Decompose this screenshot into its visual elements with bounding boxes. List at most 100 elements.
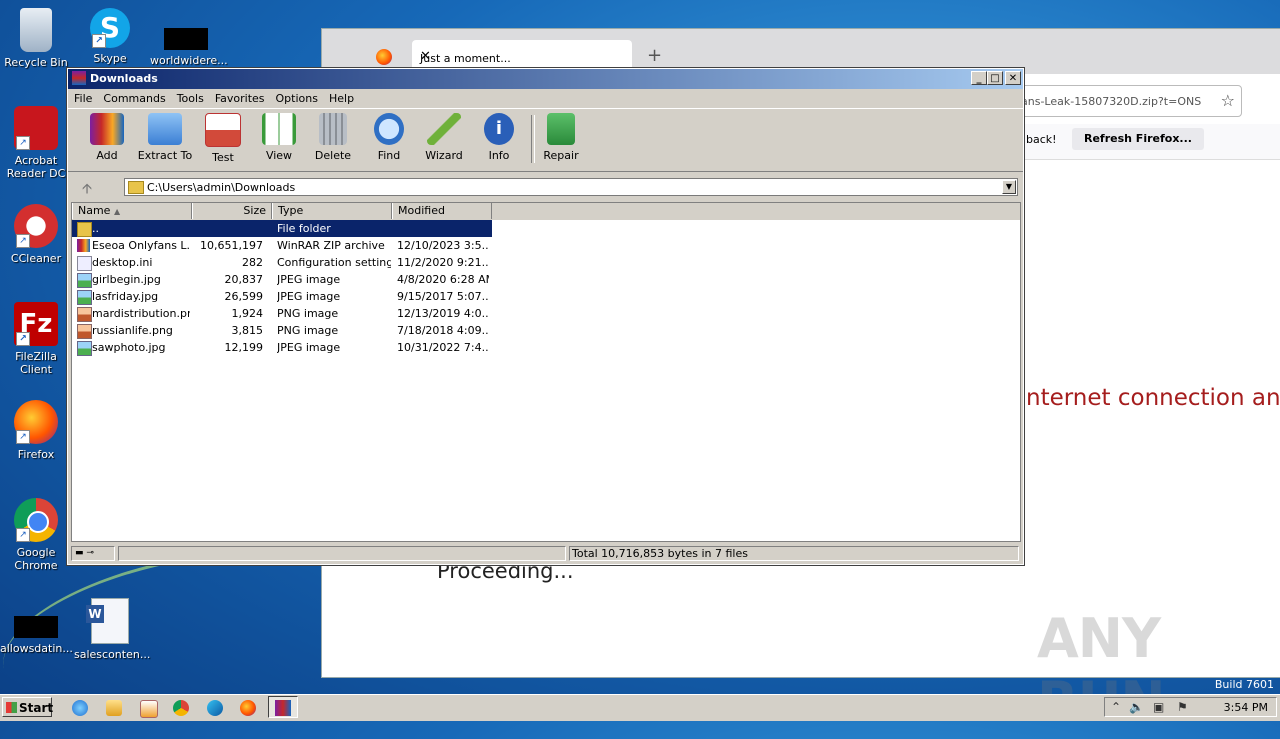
close-tab-icon[interactable]: ✕ <box>420 49 622 64</box>
table-row[interactable]: girlbegin.jpg 20,837 JPEG image 4/8/2020 6:… <box>72 271 492 288</box>
jpeg-file-icon <box>77 341 92 356</box>
extract-to-button[interactable]: Extract To <box>136 113 194 162</box>
column-header-modified[interactable]: Modified <box>392 203 492 219</box>
folder-icon <box>128 181 144 194</box>
chevron-down-icon[interactable]: ▼ <box>1002 180 1016 194</box>
menu-help[interactable]: Help <box>323 89 359 105</box>
table-row[interactable]: desktop.ini 282 Configuration settings 11/2… <box>72 254 492 271</box>
menu-options[interactable]: Options <box>270 89 323 105</box>
desktop-icon-worldwidere[interactable]: worldwidere... <box>150 8 228 67</box>
path-combobox[interactable]: C:\Users\admin\Downloads ▼ <box>124 178 1018 196</box>
wand-icon <box>427 113 461 145</box>
desktop-icon-filezilla[interactable]: Fz ↗ FileZilla Client <box>0 302 72 376</box>
edge-icon[interactable] <box>207 700 223 716</box>
cell-size: 3,815 <box>231 324 264 337</box>
drive-icon[interactable]: ▬ ⊸ <box>71 546 115 561</box>
desktop-icon-allowsdatin[interactable]: allowsdatin... <box>0 598 73 655</box>
table-row[interactable]: lasfriday.jpg 26,599 JPEG image 9/15/2017 5… <box>72 288 492 305</box>
desktop-icon-ccleaner[interactable]: ↗ CCleaner <box>0 204 72 265</box>
cell-modified: 12/10/2023 3:5... <box>397 239 489 252</box>
start-button[interactable]: Start <box>2 697 53 717</box>
maximize-button[interactable]: □ <box>987 71 1003 85</box>
network-icon[interactable]: ▣ <box>1153 700 1164 714</box>
up-arrow-icon[interactable]: 🡩 <box>82 178 92 202</box>
cell-type: PNG image <box>277 307 339 320</box>
desktop-icon-label: Google Chrome <box>14 546 58 572</box>
volume-icon[interactable]: 🔈 <box>1129 700 1144 714</box>
bookmark-star-icon[interactable]: ☆ <box>1221 91 1235 110</box>
minimize-button[interactable]: _ <box>971 71 987 85</box>
table-row[interactable]: .. File folder <box>72 220 492 237</box>
close-button[interactable]: ✕ <box>1005 71 1021 85</box>
menu-commands[interactable]: Commands <box>97 89 170 105</box>
repair-icon <box>547 113 575 145</box>
taskbar-winrar-button[interactable] <box>268 696 298 718</box>
table-row[interactable]: mardistribution.png 1,924 PNG image 12/13/2… <box>72 305 492 322</box>
refresh-firefox-button[interactable]: Refresh Firefox... <box>1072 128 1204 150</box>
explorer-icon[interactable] <box>106 700 122 716</box>
desktop-icon-recycle-bin[interactable]: Recycle Bin <box>0 8 72 69</box>
clock[interactable]: 3:54 PM <box>1224 701 1268 714</box>
toolbar-label: Delete <box>314 149 352 162</box>
window-title: Downloads <box>90 72 158 85</box>
add-archive-icon <box>90 113 124 145</box>
repair-button[interactable]: Repair <box>532 113 590 162</box>
png-file-icon <box>77 324 92 339</box>
firefox-icon: ↗ <box>14 400 58 444</box>
cell-modified: 10/31/2022 7:4... <box>397 341 489 354</box>
cell-modified: 4/8/2020 6:28 AM <box>397 273 489 286</box>
extract-folder-icon <box>148 113 182 145</box>
desktop-icon-chrome[interactable]: ↗ Google Chrome <box>0 498 72 572</box>
menu-favorites[interactable]: Favorites <box>209 89 270 105</box>
column-header-size[interactable]: Size <box>192 203 272 219</box>
find-button[interactable]: Find <box>360 113 418 162</box>
acrobat-icon: ↗ <box>14 106 58 150</box>
cell-name: sawphoto.jpg <box>92 341 166 354</box>
table-row[interactable]: russianlife.png 3,815 PNG image 7/18/2018 4… <box>72 322 492 339</box>
info-button[interactable]: i Info <box>470 113 528 162</box>
chevron-up-icon[interactable]: ⌃ <box>1111 700 1121 714</box>
wizard-button[interactable]: Wizard <box>415 113 473 162</box>
file-list[interactable]: Name ▲ Size Type Modified .. File folder E… <box>71 202 1021 542</box>
title-bar[interactable]: Downloads _ □ ✕ <box>68 69 1023 89</box>
winrar-window[interactable]: Downloads _ □ ✕ File Commands Tools Favorit… <box>66 67 1025 566</box>
test-button[interactable]: Test <box>194 113 252 164</box>
view-button[interactable]: View <box>250 113 308 162</box>
url-bar[interactable]: ans-Leak-15807320D.zip?t=ONS ☆ <box>1012 85 1242 117</box>
desktop-icon-firefox[interactable]: ↗ Firefox <box>0 400 72 461</box>
desktop-icon-salesconten[interactable]: W salesconten... <box>74 598 150 661</box>
column-header-name[interactable]: Name ▲ <box>72 203 192 219</box>
desktop-icon-skype[interactable]: S ↗ Skype <box>74 8 146 65</box>
desktop-icon-label: Acrobat Reader DC <box>6 154 66 180</box>
menu-tools[interactable]: Tools <box>171 89 209 105</box>
cell-size: 26,599 <box>224 290 264 303</box>
delete-button[interactable]: Delete <box>304 113 362 162</box>
word-document-icon: W <box>86 598 129 644</box>
jpeg-file-icon <box>77 290 92 305</box>
cell-type: JPEG image <box>277 341 341 354</box>
menu-file[interactable]: File <box>68 89 97 105</box>
error-message: nternet connection and <box>1026 385 1280 411</box>
table-row[interactable]: Eseoa Onlyfans L... 10,651,197 WinRAR ZIP … <box>72 237 492 254</box>
column-header-type[interactable]: Type <box>272 203 392 219</box>
toolbar-label: View <box>265 149 293 162</box>
desktop-icon-label: Skype <box>93 52 127 65</box>
action-center-flag-icon[interactable]: ⚑ <box>1177 700 1188 714</box>
shortcut-arrow-icon: ↗ <box>16 136 30 150</box>
magnifier-icon <box>374 113 404 145</box>
ie-icon[interactable] <box>72 700 88 716</box>
firefox-icon[interactable] <box>240 700 256 716</box>
toolbar: Add Extract To Test View Delete Find Wiz… <box>68 108 1023 172</box>
sort-ascending-icon: ▲ <box>113 207 121 216</box>
media-player-icon[interactable] <box>140 700 158 718</box>
chrome-icon[interactable] <box>173 700 189 716</box>
desktop-icon-label: salesconten... <box>74 648 151 661</box>
cell-size: 12,199 <box>224 341 264 354</box>
cell-size: 1,924 <box>231 307 264 320</box>
add-button[interactable]: Add <box>78 113 136 162</box>
path-text: C:\Users\admin\Downloads <box>147 181 296 194</box>
desktop-icon-acrobat[interactable]: ↗ Acrobat Reader DC <box>0 106 72 180</box>
table-row[interactable]: sawphoto.jpg 12,199 JPEG image 10/31/2022 7… <box>72 339 492 356</box>
cell-name: Eseoa Onlyfans L... <box>92 239 190 252</box>
new-tab-button[interactable]: + <box>647 45 662 66</box>
